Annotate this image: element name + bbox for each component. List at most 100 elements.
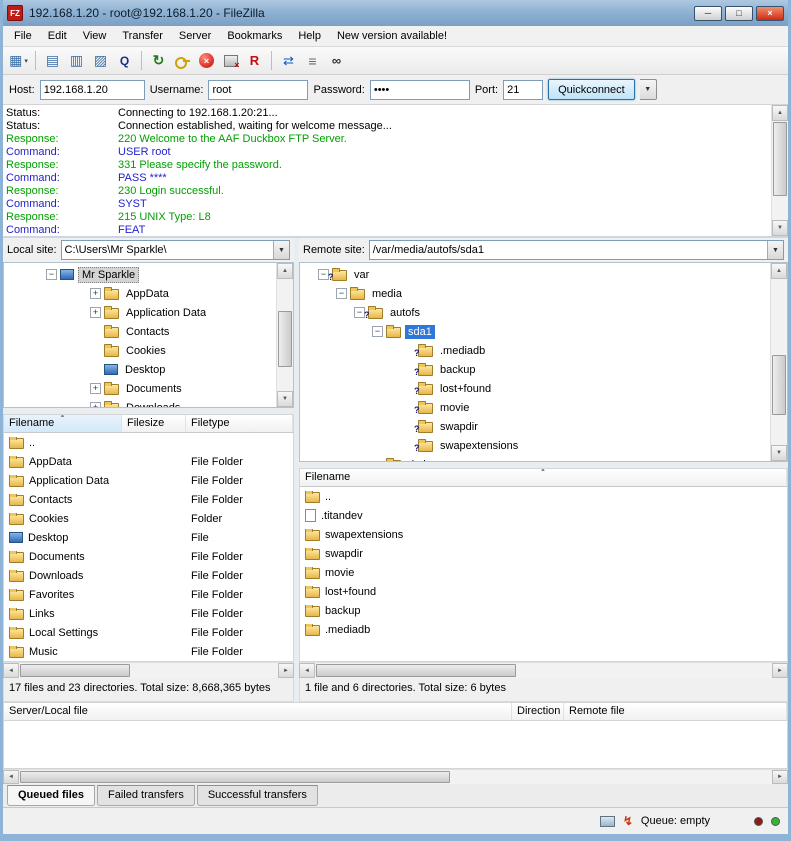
collapse-icon[interactable]: − [46,269,57,280]
remote-tree-item[interactable]: − media [302,284,769,303]
scroll-down-button[interactable]: ▼ [771,445,787,461]
expand-icon[interactable]: + [90,402,101,408]
directory-comparison-button[interactable]: ⇄ [277,49,300,72]
host-input[interactable] [40,80,145,100]
toggle-queue-button[interactable]: Q [113,49,136,72]
menu-transfer[interactable]: Transfer [114,28,171,44]
find-files-button[interactable]: ∞ [325,49,348,72]
local-file-row[interactable]: Local Settings File Folder [4,623,293,642]
quickconnect-button[interactable]: Quickconnect [548,79,635,100]
remote-file-row[interactable]: swapdir [300,544,787,563]
local-tree-item[interactable]: Cookies [6,341,275,360]
local-tree-item[interactable]: + Application Data [6,303,275,322]
scroll-right-button[interactable]: ► [772,770,788,784]
local-file-row[interactable]: Cookies Folder [4,509,293,528]
local-tree-item[interactable]: Contacts [6,322,275,341]
local-tree-item[interactable]: − Mr Sparkle [6,265,275,284]
column-header-filename[interactable]: ▲ Filename [300,469,787,486]
scroll-left-button[interactable]: ◄ [3,770,19,784]
column-header-server-local-file[interactable]: Server/Local file [4,703,512,720]
username-input[interactable] [208,80,308,100]
local-file-row[interactable]: Downloads File Folder [4,566,293,585]
menu-bookmarks[interactable]: Bookmarks [219,28,290,44]
menu-edit[interactable]: Edit [40,28,75,44]
remote-list-hscrollbar[interactable]: ◄ ► [299,662,788,678]
local-file-row[interactable]: Documents File Folder [4,547,293,566]
scroll-left-button[interactable]: ◄ [299,663,315,678]
minimize-button[interactable]: ─ [694,6,722,21]
scroll-right-button[interactable]: ► [278,663,294,678]
local-file-row[interactable]: Favorites File Folder [4,585,293,604]
menu-help[interactable]: Help [290,28,329,44]
port-input[interactable] [503,80,543,100]
remote-tree-item[interactable]: ? movie [302,398,769,417]
local-tree-scrollbar[interactable]: ▲ ▼ [276,263,293,407]
scrollbar-thumb[interactable] [316,664,516,677]
remote-tree-item[interactable]: ? lost+found [302,379,769,398]
remote-tree-scrollbar[interactable]: ▲ ▼ [770,263,787,461]
cancel-operation-button[interactable]: × [195,49,218,72]
menu-view[interactable]: View [75,28,115,44]
remote-file-row[interactable]: backup [300,601,787,620]
toggle-remote-tree-button[interactable]: ▨ [89,49,112,72]
remote-file-row[interactable]: lost+found [300,582,787,601]
refresh-button[interactable]: ↻ [147,49,170,72]
title-bar[interactable]: FZ 192.168.1.20 - root@192.168.1.20 - Fi… [3,0,788,26]
remote-file-row[interactable]: .mediadb [300,620,787,639]
scrollbar-thumb[interactable] [773,122,787,196]
remote-file-row[interactable]: .titandev [300,506,787,525]
scroll-right-button[interactable]: ► [772,663,788,678]
column-header-filename[interactable]: ▲ Filename [4,415,122,432]
local-site-combo[interactable]: C:\Users\Mr Sparkle\ ▼ [61,240,290,260]
menu-new-version[interactable]: New version available! [329,28,455,44]
remote-tree-item[interactable]: ? dvd [302,455,769,462]
remote-tree-item[interactable]: − ? autofs [302,303,769,322]
local-list-hscrollbar[interactable]: ◄ ► [3,662,294,678]
local-file-row[interactable]: Contacts File Folder [4,490,293,509]
chevron-down-icon[interactable]: ▼ [767,241,783,259]
disconnect-button[interactable]: × [219,49,242,72]
reconnect-button[interactable]: R [243,49,266,72]
log-scrollbar[interactable]: ▲ ▼ [771,105,788,236]
close-button[interactable]: × [756,6,784,21]
remote-tree-item[interactable]: ? swapextensions [302,436,769,455]
collapse-icon[interactable]: − [336,288,347,299]
expand-icon[interactable]: + [90,383,101,394]
expand-icon[interactable]: + [90,288,101,299]
toggle-message-log-button[interactable]: ▤ [41,49,64,72]
tab-queued-files[interactable]: Queued files [7,785,95,806]
local-file-row[interactable]: .. [4,433,293,452]
expand-icon[interactable]: + [90,307,101,318]
local-tree-item[interactable]: + Downloads [6,398,275,408]
speed-limit-icon[interactable] [600,816,615,827]
local-file-row[interactable]: Music File Folder [4,642,293,661]
remote-file-row[interactable]: .. [300,487,787,506]
remote-tree-item[interactable]: ? swapdir [302,417,769,436]
scroll-down-button[interactable]: ▼ [772,220,788,236]
tab-failed-transfers[interactable]: Failed transfers [97,785,195,806]
local-tree-item[interactable]: + Documents [6,379,275,398]
local-file-row[interactable]: Application Data File Folder [4,471,293,490]
synchronized-browsing-button[interactable]: ≡ [301,49,324,72]
local-file-row[interactable]: Links File Folder [4,604,293,623]
scrollbar-thumb[interactable] [20,771,450,783]
quickconnect-dropdown-button[interactable]: ▼ [640,79,657,100]
column-header-filesize[interactable]: Filesize [122,415,186,432]
local-file-row[interactable]: AppData File Folder [4,452,293,471]
menu-file[interactable]: File [6,28,40,44]
column-header-remote-file[interactable]: Remote file [564,703,787,720]
scroll-up-button[interactable]: ▲ [277,263,293,279]
remote-tree-item[interactable]: − ? var [302,265,769,284]
scroll-down-button[interactable]: ▼ [277,391,293,407]
column-header-direction[interactable]: Direction [512,703,564,720]
maximize-button[interactable]: □ [725,6,753,21]
collapse-icon[interactable]: − [372,326,383,337]
menu-server[interactable]: Server [171,28,219,44]
queue-hscrollbar[interactable]: ◄ ► [3,769,788,784]
scrollbar-thumb[interactable] [20,664,130,677]
chevron-down-icon[interactable]: ▼ [273,241,289,259]
scroll-left-button[interactable]: ◄ [3,663,19,678]
tab-successful-transfers[interactable]: Successful transfers [197,785,318,806]
site-manager-button[interactable]: ▦ ▾ [7,49,30,72]
remote-file-row[interactable]: swapextensions [300,525,787,544]
